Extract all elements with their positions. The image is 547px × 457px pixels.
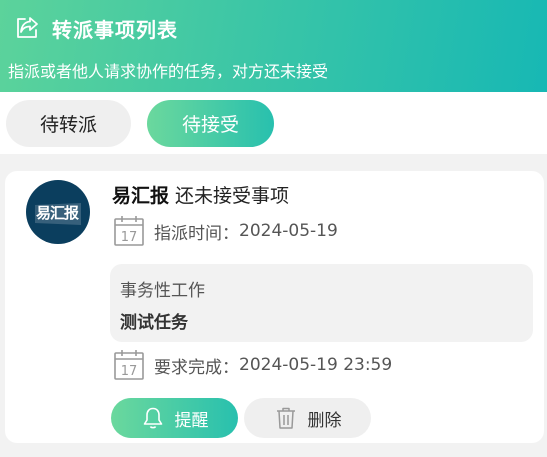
due-datetime: 2024-05-19 23:59	[239, 355, 393, 375]
share-icon[interactable]	[14, 15, 40, 41]
user-name: 易汇报	[112, 185, 170, 207]
assigned-label: 指派时间：	[154, 223, 239, 244]
status-text: 还未接受事项	[175, 185, 290, 207]
task-info-box: 事务性工作 测试任务	[110, 264, 533, 342]
due-label: 要求完成：	[154, 357, 239, 378]
page-title: 转派事项列表	[52, 17, 178, 42]
delete-label: 删除	[307, 410, 342, 431]
calendar-day-text: 17	[121, 230, 138, 245]
assigned-date: 2024-05-19	[239, 221, 338, 241]
avatar: 易汇报	[26, 180, 90, 244]
card-headline: 易汇报 还未接受事项	[112, 181, 289, 208]
bell-icon	[141, 406, 165, 430]
delete-button[interactable]: 删除	[244, 398, 371, 438]
trash-icon	[274, 406, 298, 430]
task-category: 事务性工作	[120, 281, 205, 301]
remind-label: 提醒	[174, 410, 209, 431]
calendar-icon: 17	[112, 214, 146, 248]
header-title-row: 转派事项列表	[14, 12, 178, 44]
task-name: 测试任务	[120, 313, 188, 333]
tab-pending-transfer[interactable]: 待转派	[6, 100, 131, 147]
tab-pending-accept[interactable]: 待接受	[147, 100, 274, 147]
page-header: 转派事项列表 指派或者他人请求协作的任务，对方还未接受	[0, 0, 547, 92]
tab-bar: 待转派 待接受	[0, 92, 547, 154]
assigned-time-row: 17 指派时间： 2024-05-19	[112, 214, 338, 248]
calendar-icon: 17	[112, 348, 146, 382]
avatar-logo-text: 易汇报	[36, 204, 79, 222]
page-subtitle: 指派或者他人请求协作的任务，对方还未接受	[8, 62, 329, 81]
due-time-row: 17 要求完成： 2024-05-19 23:59	[112, 348, 392, 382]
task-card[interactable]: 易汇报 易汇报 还未接受事项 17 指派时间： 2024-05-19 事务性工作 测…	[5, 171, 544, 443]
calendar-day-text: 17	[121, 364, 138, 379]
remind-button[interactable]: 提醒	[111, 398, 238, 438]
